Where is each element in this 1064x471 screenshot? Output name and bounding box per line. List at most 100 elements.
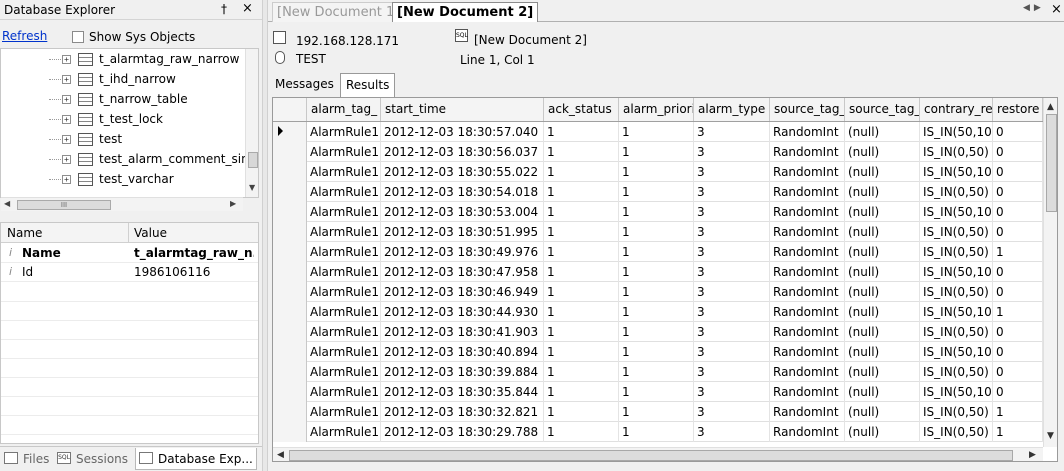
table-cell[interactable]: 1 (619, 242, 694, 262)
table-cell[interactable]: 1 (544, 302, 619, 322)
table-cell[interactable]: (null) (845, 162, 920, 182)
table-cell[interactable]: AlarmRule1 (307, 362, 381, 382)
table-cell[interactable]: 1 (619, 182, 694, 202)
table-cell[interactable]: AlarmRule1 (307, 122, 381, 142)
table-cell[interactable]: 1 (544, 222, 619, 242)
tab-results[interactable]: Results (340, 73, 396, 97)
table-cell[interactable]: 2012-12-03 18:30:35.844 (381, 382, 544, 402)
row-header[interactable] (273, 122, 307, 142)
table-row[interactable]: AlarmRule1 2012-12-03 18:30:51.995 1 1 3 Rand… (273, 222, 1043, 242)
table-cell[interactable]: RandomInt (770, 262, 845, 282)
tab-files[interactable]: Files (4, 448, 54, 470)
row-header[interactable] (273, 242, 307, 262)
table-cell[interactable]: IS_IN(0,50) (920, 282, 993, 302)
table-cell[interactable]: RandomInt (770, 402, 845, 422)
tree-vertical-scrollbar[interactable]: ▼ (245, 49, 258, 197)
table-cell[interactable]: (null) (845, 342, 920, 362)
table-row[interactable]: AlarmRule1 2012-12-03 18:30:44.930 1 1 3 Rand… (273, 302, 1043, 322)
tab-new-document-2[interactable]: [New Document 2] (392, 2, 539, 22)
table-cell[interactable]: 3 (694, 402, 770, 422)
table-cell[interactable]: 2012-12-03 18:30:41.903 (381, 322, 544, 342)
expand-icon[interactable]: + (62, 95, 71, 104)
close-icon[interactable]: × (242, 1, 253, 16)
table-cell[interactable]: 1 (544, 142, 619, 162)
expand-icon[interactable]: + (62, 75, 71, 84)
table-cell[interactable]: 3 (694, 262, 770, 282)
scroll-left-arrow-icon[interactable]: ◀ (277, 450, 284, 460)
tree-item[interactable]: + test_varchar (1, 170, 247, 190)
table-cell[interactable]: IS_IN(0,50) (920, 222, 993, 242)
grid-vscroll-thumb[interactable] (1046, 114, 1057, 212)
column-header[interactable]: contrary_re (920, 98, 993, 121)
table-cell[interactable]: 1 (993, 242, 1043, 262)
table-cell[interactable]: 3 (694, 122, 770, 142)
table-cell[interactable]: 0 (993, 382, 1043, 402)
table-cell[interactable]: AlarmRule1 (307, 322, 381, 342)
table-cell[interactable]: IS_IN(50,10 (920, 262, 993, 282)
table-cell[interactable]: RandomInt (770, 162, 845, 182)
table-cell[interactable]: RandomInt (770, 382, 845, 402)
table-cell[interactable]: AlarmRule1 (307, 202, 381, 222)
table-cell[interactable]: 0 (993, 342, 1043, 362)
expand-icon[interactable]: + (62, 55, 71, 64)
table-cell[interactable]: (null) (845, 262, 920, 282)
table-cell[interactable]: 1 (619, 362, 694, 382)
table-cell[interactable]: (null) (845, 302, 920, 322)
table-row[interactable]: AlarmRule1 2012-12-03 18:30:56.037 1 1 3 Rand… (273, 142, 1043, 162)
table-cell[interactable]: RandomInt (770, 322, 845, 342)
table-cell[interactable]: AlarmRule1 (307, 222, 381, 242)
close-document-icon[interactable]: × (1051, 2, 1062, 17)
table-cell[interactable]: 3 (694, 142, 770, 162)
table-cell[interactable]: 2012-12-03 18:30:44.930 (381, 302, 544, 322)
tab-sql[interactable]: SQL Sessions (57, 448, 133, 470)
row-header[interactable] (273, 402, 307, 422)
table-cell[interactable]: RandomInt (770, 362, 845, 382)
table-cell[interactable]: 1 (619, 322, 694, 342)
table-cell[interactable]: 1 (993, 302, 1043, 322)
table-cell[interactable]: 2012-12-03 18:30:53.004 (381, 202, 544, 222)
row-header[interactable] (273, 302, 307, 322)
table-cell[interactable]: 1 (619, 262, 694, 282)
table-cell[interactable]: 0 (993, 122, 1043, 142)
table-row[interactable]: AlarmRule1 2012-12-03 18:30:55.022 1 1 3 Rand… (273, 162, 1043, 182)
table-cell[interactable]: 0 (993, 182, 1043, 202)
table-cell[interactable]: 2012-12-03 18:30:40.894 (381, 342, 544, 362)
table-cell[interactable]: RandomInt (770, 242, 845, 262)
table-row[interactable]: AlarmRule1 2012-12-03 18:30:29.788 1 1 3 Rand… (273, 422, 1043, 442)
table-cell[interactable]: 1 (544, 282, 619, 302)
column-header[interactable]: alarm_type (694, 98, 770, 121)
tab-messages[interactable]: Messages (270, 73, 339, 97)
table-cell[interactable]: IS_IN(0,50) (920, 242, 993, 262)
tree-item[interactable]: + t_test_lock (1, 110, 247, 130)
table-cell[interactable]: 0 (993, 162, 1043, 182)
table-row[interactable]: AlarmRule1 2012-12-03 18:30:57.040 1 1 3 Rand… (273, 122, 1043, 142)
table-cell[interactable]: (null) (845, 202, 920, 222)
expand-icon[interactable]: + (62, 175, 71, 184)
table-cell[interactable]: (null) (845, 402, 920, 422)
table-cell[interactable]: 3 (694, 382, 770, 402)
table-cell[interactable]: 3 (694, 222, 770, 242)
table-cell[interactable]: 3 (694, 422, 770, 442)
table-cell[interactable]: (null) (845, 122, 920, 142)
table-cell[interactable]: 2012-12-03 18:30:55.022 (381, 162, 544, 182)
row-header[interactable] (273, 422, 307, 442)
scroll-left-arrow-icon[interactable]: ◀ (4, 199, 10, 208)
table-cell[interactable]: 1 (544, 362, 619, 382)
table-cell[interactable]: 1 (544, 422, 619, 442)
table-cell[interactable]: 0 (993, 362, 1043, 382)
table-cell[interactable]: 1 (619, 202, 694, 222)
table-cell[interactable]: RandomInt (770, 422, 845, 442)
table-cell[interactable]: 0 (993, 142, 1043, 162)
table-cell[interactable]: 2012-12-03 18:30:51.995 (381, 222, 544, 242)
table-cell[interactable]: 3 (694, 362, 770, 382)
table-cell[interactable]: (null) (845, 222, 920, 242)
table-cell[interactable]: 3 (694, 282, 770, 302)
table-row[interactable]: AlarmRule1 2012-12-03 18:30:41.903 1 1 3 Rand… (273, 322, 1043, 342)
table-cell[interactable]: RandomInt (770, 302, 845, 322)
table-cell[interactable]: 2012-12-03 18:30:49.976 (381, 242, 544, 262)
table-cell[interactable]: IS_IN(0,50) (920, 182, 993, 202)
table-cell[interactable]: 2012-12-03 18:30:29.788 (381, 422, 544, 442)
grid-vertical-scrollbar[interactable]: ▲ ▼ (1043, 98, 1057, 447)
table-row[interactable]: AlarmRule1 2012-12-03 18:30:53.004 1 1 3 Rand… (273, 202, 1043, 222)
table-row[interactable]: AlarmRule1 2012-12-03 18:30:47.958 1 1 3 Rand… (273, 262, 1043, 282)
